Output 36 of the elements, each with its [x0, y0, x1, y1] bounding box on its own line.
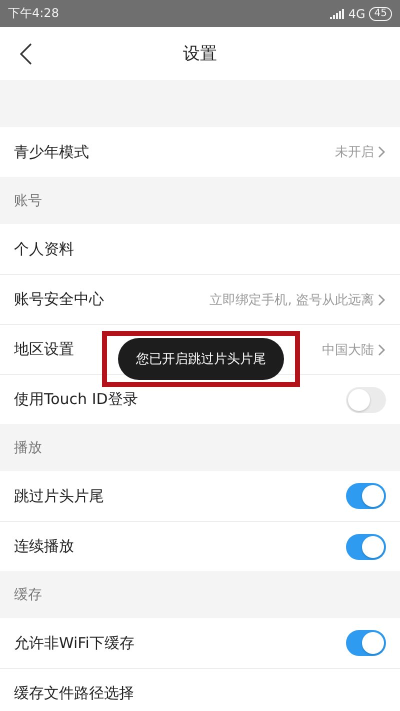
page-title: 设置 [182, 43, 218, 65]
setting-value: 未开启 [335, 144, 374, 161]
network-type: 4G [348, 6, 366, 20]
setting-label: 个人资料 [14, 240, 74, 258]
section-title: 播放 [13, 438, 43, 458]
setting-label: 允许非WiFi下缓存 [14, 634, 134, 652]
settings-row[interactable]: 连续播放 [0, 521, 400, 571]
setting-label: 账号安全中心 [14, 290, 104, 309]
settings-row[interactable]: 跳过片头片尾 [0, 471, 400, 521]
back-icon [20, 42, 32, 64]
toggle-switch[interactable] [346, 534, 386, 560]
setting-label: 跳过片头片尾 [14, 486, 104, 506]
signal-icon [330, 8, 344, 18]
section-title: 账号 [13, 192, 43, 210]
setting-label: 地区设置 [14, 340, 74, 359]
setting-label: 使用Touch ID登录 [14, 390, 138, 409]
setting-label: 连续播放 [14, 537, 74, 556]
setting-value: 立即绑定手机, 盗号从此远离 [210, 292, 374, 308]
settings-row[interactable]: 青少年模式 未开启 [0, 127, 400, 177]
settings-row[interactable]: 个人资料 [0, 224, 400, 274]
setting-label: 缓存文件路径选择 [14, 684, 134, 703]
setting-label: 青少年模式 [14, 142, 89, 162]
section-title: 缓存 [13, 586, 43, 604]
status-time: 下午4:28 [8, 5, 59, 22]
message-toast: 您已开启跳过片头片尾 [118, 338, 284, 380]
toggle-switch[interactable] [346, 630, 386, 656]
settings-row[interactable]: 账号安全中心 立即绑定手机, 盗号从此远离 [0, 274, 400, 324]
settings-row[interactable]: 允许非WiFi下缓存 [0, 618, 400, 668]
chevron-icon [378, 344, 386, 356]
chevron-icon [378, 294, 386, 306]
chevron-icon [378, 146, 386, 158]
setting-value: 中国大陆 [322, 342, 374, 358]
toggle-switch[interactable] [346, 483, 386, 509]
battery-level: 45 [369, 6, 392, 20]
toggle-switch[interactable] [346, 386, 386, 412]
settings-row[interactable]: 缓存文件路径选择 [0, 668, 400, 711]
